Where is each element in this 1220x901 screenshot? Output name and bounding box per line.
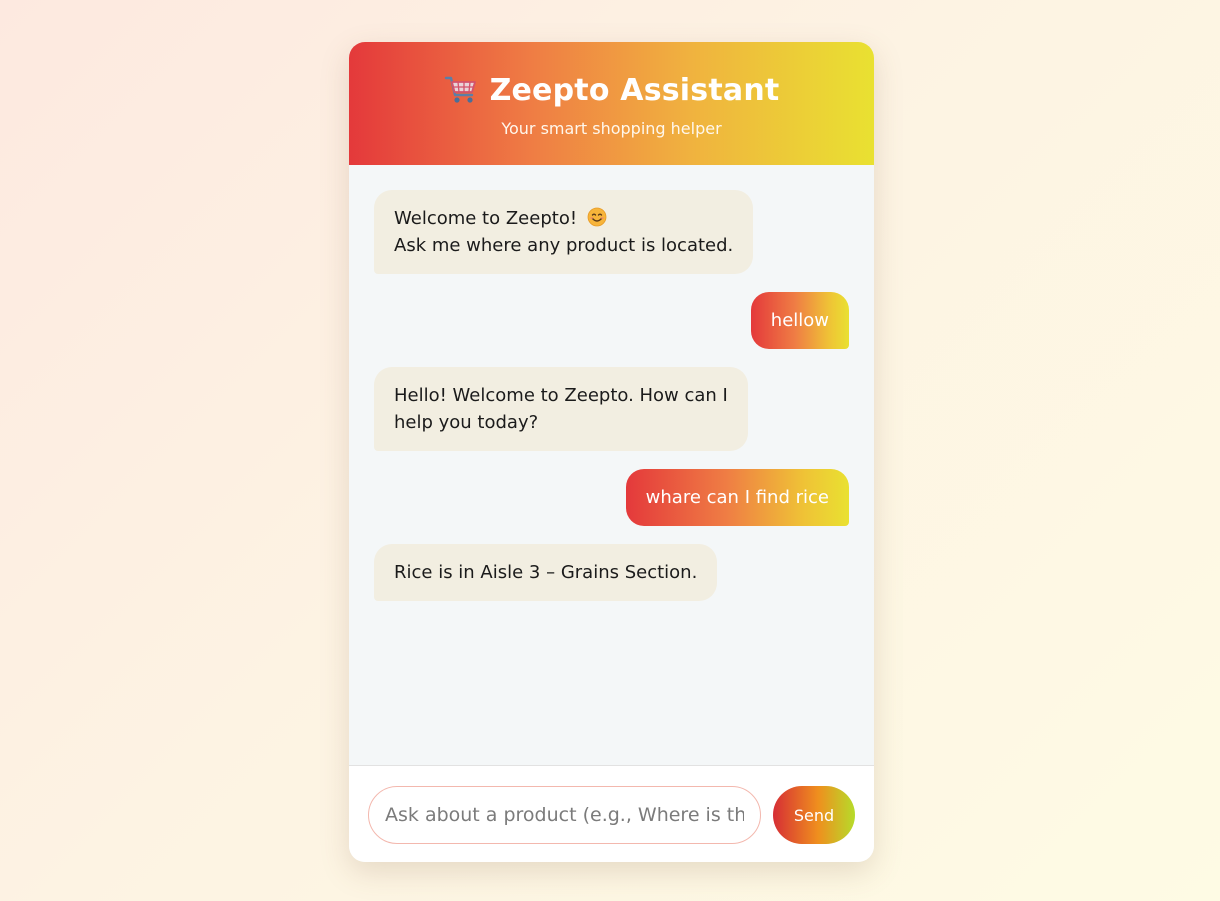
header-title-row: Zeepto Assistant — [349, 70, 874, 110]
send-button[interactable]: Send — [773, 786, 855, 844]
chat-header: Zeepto Assistant Your smart shopping hel… — [349, 42, 874, 165]
smiling-face-icon — [587, 207, 607, 227]
header-subtitle: Your smart shopping helper — [501, 119, 722, 138]
shopping-cart-icon — [444, 74, 478, 106]
header-title: Zeepto Assistant — [489, 72, 780, 108]
message-line: Ask me where any product is located. — [394, 235, 734, 256]
input-bar: Send — [349, 765, 874, 862]
chat-window: Zeepto Assistant Your smart shopping hel… — [349, 42, 874, 862]
message-line: help you today? — [394, 412, 539, 433]
user-message: whare can I find rice — [625, 469, 849, 526]
bot-message: Hello! Welcome to Zeepto. How can I help… — [374, 367, 748, 451]
bot-message: Welcome to Zeepto! Ask me where any prod… — [374, 190, 754, 274]
message-line: Hello! Welcome to Zeepto. How can I — [394, 385, 728, 406]
message-input[interactable] — [368, 786, 761, 844]
user-message: hellow — [750, 292, 849, 349]
message-list[interactable]: Welcome to Zeepto! Ask me where any prod… — [349, 165, 874, 765]
message-line: Welcome to Zeepto! — [394, 205, 733, 232]
bot-message: Rice is in Aisle 3 – Grains Section. — [374, 544, 718, 601]
